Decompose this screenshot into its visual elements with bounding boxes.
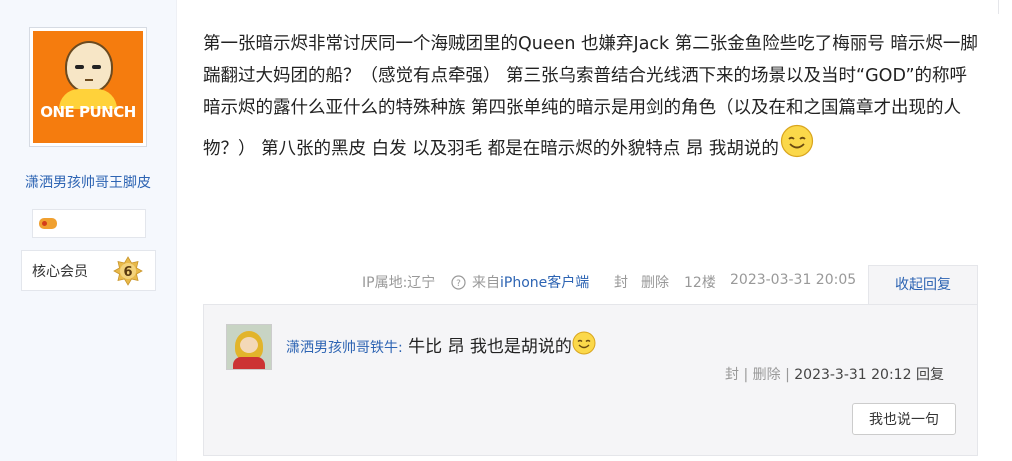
avatar-text: ONE PUNCH <box>40 103 136 121</box>
member-level-number: 6 <box>123 265 132 280</box>
separator: | <box>785 367 790 383</box>
gamepad-icon[interactable] <box>39 218 57 229</box>
reply-section: 潇洒男孩帅哥铁牛: 牛比 昂 我也是胡说的 封 | 删除 | 2023-3-31… <box>203 304 978 456</box>
one-punch-avatar-image: ONE PUNCH <box>33 31 143 143</box>
floor-number: 12楼 <box>684 275 716 291</box>
source-client-link[interactable]: iPhone客户端 <box>500 275 589 291</box>
ban-link[interactable]: 封 <box>614 272 628 292</box>
ip-location: IP属地:辽宁 <box>362 275 436 291</box>
post-source: 来自iPhone客户端 <box>472 272 589 292</box>
post-content: 第一张暗示烬非常讨厌同一个海贼团里的Queen 也嫌弃Jack 第二张金鱼险些吃… <box>203 28 979 165</box>
reply-link[interactable]: 回复 <box>916 367 944 383</box>
author-sidebar: ONE PUNCH 潇洒男孩帅哥王脚皮 核心会员 6 <box>0 0 177 461</box>
member-level-box[interactable]: 核心会员 6 <box>21 250 156 291</box>
source-prefix: 来自 <box>472 275 500 291</box>
svg-text:?: ? <box>456 279 461 289</box>
member-label: 核心会员 <box>32 264 88 280</box>
reply-time: 2023-3-31 20:12 <box>794 367 912 383</box>
eye-icon <box>92 65 101 69</box>
reply-ban-link[interactable]: 封 <box>725 367 739 383</box>
collapse-replies-tab[interactable]: 收起回复 <box>868 265 978 305</box>
reply-text: 牛比 昂 我也是胡说的 <box>402 337 572 357</box>
smiley-emoticon-icon <box>780 124 813 158</box>
delete-link[interactable]: 删除 <box>641 272 669 292</box>
mouth-icon <box>85 79 93 81</box>
smiley-emoticon-icon <box>572 331 596 355</box>
separator: | <box>743 367 749 383</box>
help-icon[interactable]: ? <box>451 275 466 290</box>
saitama-face-icon <box>65 41 113 93</box>
divider <box>998 0 999 14</box>
eye-icon <box>75 65 84 69</box>
author-avatar[interactable]: ONE PUNCH <box>29 27 147 147</box>
reply-meta: 封 | 删除 | 2023-3-31 20:12 回复 <box>725 364 944 384</box>
reply-username-link[interactable]: 潇洒男孩帅哥铁牛: <box>286 340 403 356</box>
author-name-link[interactable]: 潇洒男孩帅哥王脚皮 <box>0 172 176 192</box>
add-reply-button[interactable]: 我也说一句 <box>852 403 956 435</box>
teletubby-face-icon <box>240 337 258 353</box>
teletubby-body-icon <box>233 357 265 369</box>
reply-user-avatar[interactable] <box>226 324 272 370</box>
post-time: 2023-03-31 20:05 <box>730 272 857 288</box>
user-badge-box <box>32 209 146 238</box>
level-badge-icon: 6 <box>113 256 143 286</box>
post-text: 第一张暗示烬非常讨厌同一个海贼团里的Queen 也嫌弃Jack 第二张金鱼险些吃… <box>203 34 978 159</box>
reply-delete-link[interactable]: 删除 <box>753 367 781 383</box>
reply-item: 潇洒男孩帅哥铁牛: 牛比 昂 我也是胡说的 <box>286 331 596 357</box>
